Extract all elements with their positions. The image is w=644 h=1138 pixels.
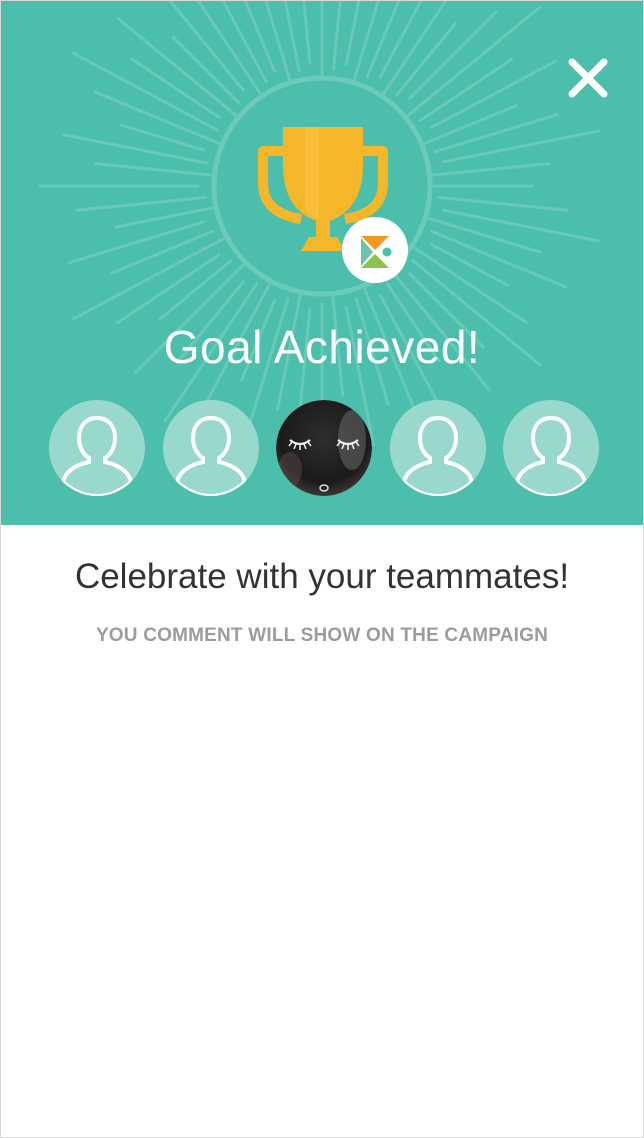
burst-ray [119,123,205,152]
burst-ray [93,162,213,177]
burst-ray [221,1,268,84]
burst-ray [431,162,551,177]
burst-ray [407,5,542,117]
profile-photo [276,400,372,496]
teammate-avatar-photo[interactable] [276,400,372,496]
burst-ray [196,1,262,95]
comment-caption: YOU COMMENT WILL SHOW ON THE CAMPAIGN [95,625,549,646]
user-silhouette-icon [389,400,486,496]
burst-ray [427,217,542,254]
burst-ray [413,246,529,325]
goal-achieved-title: Goal Achieved! [163,321,481,373]
burst-ray [75,196,207,212]
burst-ray [61,132,208,165]
teammate-avatar[interactable] [162,400,259,496]
burst-ray [437,196,569,212]
comment-section: Celebrate with your teammates! YOU COMME… [1,525,643,1137]
goal-achieved-screen: Goal Achieved! Celebrate with your teamm… [0,0,644,1138]
burst-ray [116,17,237,117]
celebration-header: Goal Achieved! [1,1,643,525]
user-silhouette-icon [49,400,145,496]
teammate-avatar[interactable] [49,400,145,496]
burst-ray [442,129,601,164]
teammate-avatar[interactable] [389,400,486,496]
burst-ray [442,208,601,243]
teammate-avatar[interactable] [503,400,599,496]
teammate-avatars [49,400,599,498]
user-silhouette-icon [503,400,599,496]
app-logo-badge-icon [342,217,408,283]
burst-ray [264,1,291,81]
trophy-with-badge [253,121,413,286]
close-icon [568,58,608,98]
burst-ray [332,1,342,71]
user-silhouette-icon [162,400,259,496]
celebrate-heading: Celebrate with your teammates! [74,557,570,596]
burst-ray [429,242,509,287]
burst-ray [353,1,380,81]
close-button[interactable] [567,57,609,99]
